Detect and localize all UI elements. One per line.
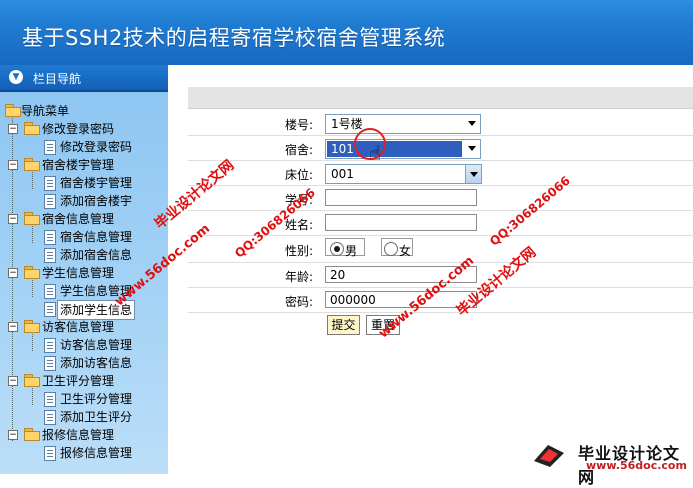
dorm-label: 宿舍:	[284, 143, 313, 157]
nav-title: 栏目导航	[33, 72, 82, 86]
page-icon	[44, 446, 56, 461]
dorm-select[interactable]: 101	[325, 139, 481, 159]
age-label: 年龄:	[284, 270, 313, 284]
submit-button[interactable]: 提交	[327, 315, 360, 335]
collapse-minus-icon[interactable]: −	[8, 322, 18, 332]
row-student-no: 学号:	[188, 186, 693, 211]
building-value: 1号楼	[331, 117, 363, 131]
folder-open-icon	[24, 158, 40, 171]
logo-url: www.56doc.com	[586, 459, 687, 472]
collapse-minus-icon[interactable]: −	[8, 430, 18, 440]
collapse-minus-icon[interactable]: −	[8, 268, 18, 278]
dropdown-button[interactable]	[465, 165, 481, 183]
dropdown-arrow-icon	[468, 121, 476, 126]
page-icon	[44, 248, 56, 263]
tree-item-label: 卫生评分管理	[60, 392, 133, 406]
tree-group-label: 宿舍信息管理	[42, 212, 115, 226]
row-actions: 提交 重置	[188, 313, 693, 337]
bed-value: 001	[331, 167, 354, 181]
tree-root-label: 导航菜单	[21, 104, 70, 118]
gender-male-label: 男	[345, 244, 358, 258]
tree-group-label: 报修信息管理	[42, 428, 115, 442]
site-logo: 毕业设计论文网 www.56doc.com	[520, 437, 693, 487]
password-label: 密码:	[284, 295, 313, 309]
tree-group-label: 修改登录密码	[42, 122, 115, 136]
building-select[interactable]: 1号楼	[325, 114, 481, 134]
tree-item-label: 宿舍信息管理	[60, 230, 133, 244]
form-header-bar	[188, 87, 693, 109]
page-icon	[44, 302, 56, 317]
tree-item-label: 添加宿舍楼宇	[60, 194, 133, 208]
logo-mark-icon	[534, 445, 564, 467]
folder-open-icon	[24, 428, 40, 441]
tree-group-label: 宿舍楼宇管理	[42, 158, 115, 172]
app-header: 基于SSH2技术的启程寄宿学校宿舍管理系统	[0, 0, 693, 65]
folder-open-icon	[24, 212, 40, 225]
collapse-icon[interactable]: ▼	[9, 70, 23, 84]
page-icon	[44, 338, 56, 353]
tree-item-label: 添加访客信息	[60, 356, 133, 370]
tree-item-label: 宿舍楼宇管理	[60, 176, 133, 190]
collapse-minus-icon[interactable]: −	[8, 376, 18, 386]
collapse-minus-icon[interactable]: −	[8, 214, 18, 224]
student-no-input[interactable]	[325, 189, 477, 206]
tree-item-label: 添加宿舍信息	[60, 248, 133, 262]
hand-cursor-icon: ☝	[369, 141, 382, 165]
page-icon	[44, 194, 56, 209]
gender-male-radio[interactable]	[330, 242, 344, 256]
app-title: 基于SSH2技术的启程寄宿学校宿舍管理系统	[22, 26, 446, 50]
folder-open-icon	[5, 104, 21, 117]
dropdown-arrow-icon	[470, 172, 478, 177]
page-icon	[44, 176, 56, 191]
row-building: 楼号: 1号楼	[188, 111, 693, 136]
page-icon	[44, 392, 56, 407]
page-icon	[44, 410, 56, 425]
page-icon	[44, 356, 56, 371]
row-bed: 床位: 001	[188, 161, 693, 186]
dorm-value: 101	[331, 142, 354, 156]
page-icon	[44, 230, 56, 245]
bed-select[interactable]: 001	[325, 164, 482, 184]
folder-open-icon	[24, 122, 40, 135]
row-dorm: 宿舍: 101	[188, 136, 693, 161]
collapse-minus-icon[interactable]: −	[8, 160, 18, 170]
name-input[interactable]	[325, 214, 477, 231]
tree-group-label: 卫生评分管理	[42, 374, 115, 388]
tree-item-label: 修改登录密码	[60, 140, 133, 154]
tree-group-label: 访客信息管理	[42, 320, 115, 334]
page-icon	[44, 140, 56, 155]
building-label: 楼号:	[284, 118, 313, 132]
tree-item-label: 报修信息管理	[60, 446, 133, 460]
folder-open-icon	[24, 266, 40, 279]
tree-item-label: 添加卫生评分	[60, 410, 133, 424]
page-icon	[44, 284, 56, 299]
dropdown-arrow-icon	[468, 146, 476, 151]
gender-female-radio[interactable]	[384, 242, 398, 256]
tree-item-label: 访客信息管理	[60, 338, 133, 352]
gender-female-label: 女	[399, 244, 412, 258]
nav-header[interactable]: ▼ 栏目导航	[0, 65, 168, 92]
tree-group-label: 学生信息管理	[42, 266, 115, 280]
folder-open-icon	[24, 320, 40, 333]
collapse-minus-icon[interactable]: −	[8, 124, 18, 134]
sidebar: ▼ 栏目导航 导航菜单 − 修改登录密码 修改登录密码 − 宿舍楼宇管理 宿舍楼…	[0, 65, 168, 474]
folder-open-icon	[24, 374, 40, 387]
